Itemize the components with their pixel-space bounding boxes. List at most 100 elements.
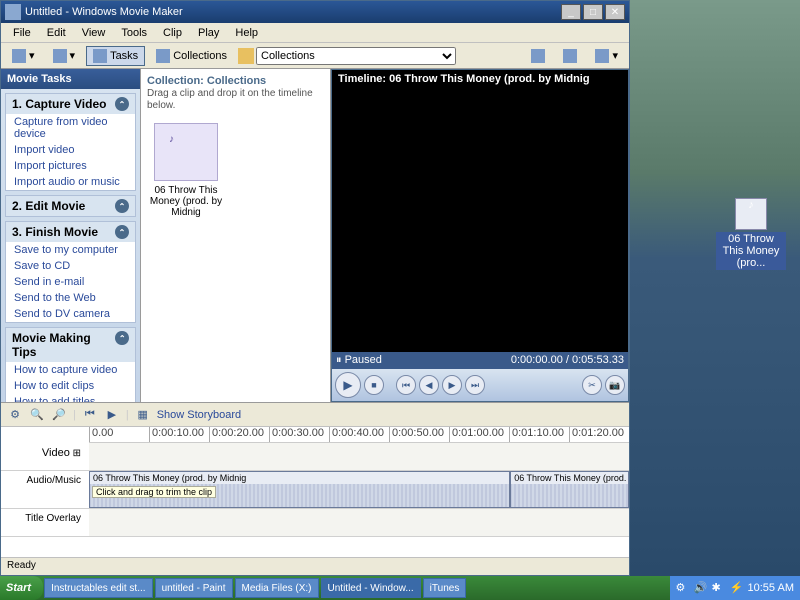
- menu-edit[interactable]: Edit: [39, 25, 74, 41]
- task-section: Movie Making Tips⌃How to capture videoHo…: [5, 327, 136, 402]
- task-section: 1. Capture Video⌃Capture from video devi…: [5, 93, 136, 191]
- rewind-timeline-icon[interactable]: ⏮: [82, 407, 98, 423]
- task-link[interactable]: Save to CD: [6, 258, 135, 274]
- audio-clip-thumbnail[interactable]: ♪ 06 Throw This Money (prod. by Midnig: [149, 123, 223, 218]
- title-track: Title Overlay: [1, 509, 629, 537]
- task-link[interactable]: Send to the Web: [6, 290, 135, 306]
- task-section-header[interactable]: 2. Edit Movie⌃: [6, 196, 135, 216]
- task-section: 2. Edit Movie⌃: [5, 195, 136, 217]
- task-section-header[interactable]: Movie Making Tips⌃: [6, 328, 135, 362]
- toolbar: ▾ ▾ Tasks Collections Collections ▾: [1, 43, 629, 69]
- prev-frame-button[interactable]: ◀: [419, 375, 439, 395]
- ruler-tick: 0.00: [89, 427, 149, 442]
- maximize-button[interactable]: □: [583, 4, 603, 20]
- back-button[interactable]: ▾: [5, 46, 42, 66]
- task-link[interactable]: Import pictures: [6, 158, 135, 174]
- snapshot-button[interactable]: 📷: [605, 375, 625, 395]
- preview-title: Timeline: 06 Throw This Money (prod. by …: [332, 70, 628, 88]
- mp3-file-icon: ♪: [735, 198, 767, 230]
- taskbar: Start Instructables edit st...untitled -…: [0, 576, 800, 600]
- ruler-tick: 0:00:10.00: [149, 427, 209, 442]
- clock[interactable]: 10:55 AM: [748, 582, 794, 594]
- taskbar-item[interactable]: Untitled - Window...: [321, 578, 421, 598]
- tray-icon[interactable]: ⚙: [676, 581, 690, 595]
- chevron-icon: ⌃: [115, 199, 129, 213]
- stop-button[interactable]: ■: [364, 375, 384, 395]
- collection-pane: Collection: Collections Drag a clip and …: [141, 69, 331, 402]
- video-track: Video ⊞: [1, 443, 629, 471]
- taskbar-item[interactable]: Media Files (X:): [235, 578, 319, 598]
- task-link[interactable]: Send in e-mail: [6, 274, 135, 290]
- menu-help[interactable]: Help: [227, 25, 266, 41]
- minimize-button[interactable]: _: [561, 4, 581, 20]
- tray-icon[interactable]: ✱: [712, 581, 726, 595]
- task-link[interactable]: Import audio or music: [6, 174, 135, 190]
- zoom-out-icon[interactable]: 🔎: [51, 407, 67, 423]
- tasks-button[interactable]: Tasks: [86, 46, 145, 66]
- next-frame-button[interactable]: ▶: [442, 375, 462, 395]
- rewind-button[interactable]: ⏮: [396, 375, 416, 395]
- menu-view[interactable]: View: [74, 25, 114, 41]
- timeline-pane: ⚙ 🔍 🔎 | ⏮ ▶ | ▦ Show Storyboard 0.000:00…: [1, 402, 629, 557]
- task-section: 3. Finish Movie⌃Save to my computerSave …: [5, 221, 136, 323]
- up-button[interactable]: [524, 46, 552, 66]
- close-button[interactable]: ✕: [605, 4, 625, 20]
- task-section-header[interactable]: 1. Capture Video⌃: [6, 94, 135, 114]
- forward-end-button[interactable]: ⏭: [465, 375, 485, 395]
- ruler-tick: 0:00:30.00: [269, 427, 329, 442]
- task-link[interactable]: How to edit clips: [6, 378, 135, 394]
- desktop-mp3-icon[interactable]: ♪ 06 Throw This Money (pro...: [716, 198, 786, 270]
- split-button[interactable]: ✂: [582, 375, 602, 395]
- menubar: File Edit View Tools Clip Play Help: [1, 23, 629, 43]
- menu-file[interactable]: File: [5, 25, 39, 41]
- tray-icon[interactable]: 🔊: [694, 581, 708, 595]
- start-button[interactable]: Start: [0, 576, 43, 600]
- task-link[interactable]: Save to my computer: [6, 242, 135, 258]
- taskbar-item[interactable]: untitled - Paint: [155, 578, 233, 598]
- ruler-tick: 0:01:00.00: [449, 427, 509, 442]
- play-timeline-icon[interactable]: ▶: [104, 407, 120, 423]
- window-title: Untitled - Windows Movie Maker: [25, 6, 183, 18]
- movie-maker-window: Untitled - Windows Movie Maker _ □ ✕ Fil…: [0, 0, 630, 576]
- titlebar[interactable]: Untitled - Windows Movie Maker _ □ ✕: [1, 1, 629, 23]
- ruler-tick: 0:00:40.00: [329, 427, 389, 442]
- view-button[interactable]: ▾: [588, 46, 625, 66]
- ruler-tick: 0:00:50.00: [389, 427, 449, 442]
- chevron-icon: ⌃: [115, 331, 129, 345]
- preview-status: ⏸ Paused 0:00:00.00 / 0:05:53.33: [332, 352, 628, 369]
- ruler-tick: 0:00:20.00: [209, 427, 269, 442]
- timeline-props-icon[interactable]: ⚙: [7, 407, 23, 423]
- taskbar-item[interactable]: iTunes: [423, 578, 467, 598]
- audio-clip-1[interactable]: 06 Throw This Money (prod. by Midnig Cli…: [89, 471, 510, 508]
- preview-area[interactable]: [332, 88, 628, 352]
- show-storyboard-link[interactable]: Show Storyboard: [157, 409, 241, 421]
- storyboard-icon: ▦: [135, 407, 151, 423]
- task-link[interactable]: Send to DV camera: [6, 306, 135, 322]
- system-tray[interactable]: ⚙ 🔊 ✱ ⚡ 10:55 AM: [670, 576, 800, 600]
- task-link[interactable]: How to capture video: [6, 362, 135, 378]
- collection-select[interactable]: Collections: [256, 47, 456, 65]
- task-section-header[interactable]: 3. Finish Movie⌃: [6, 222, 135, 242]
- zoom-in-icon[interactable]: 🔍: [29, 407, 45, 423]
- task-link[interactable]: Capture from video device: [6, 114, 135, 142]
- forward-button[interactable]: ▾: [46, 46, 83, 66]
- audio-track: Audio/Music 06 Throw This Money (prod. b…: [1, 471, 629, 509]
- tasks-header: Movie Tasks: [1, 69, 140, 89]
- collections-button[interactable]: Collections: [149, 46, 234, 66]
- tray-icon[interactable]: ⚡: [730, 581, 744, 595]
- new-folder-button[interactable]: [556, 46, 584, 66]
- chevron-icon: ⌃: [115, 97, 129, 111]
- preview-pane: Timeline: 06 Throw This Money (prod. by …: [331, 69, 629, 402]
- folder-icon: [238, 48, 254, 64]
- audio-clip-2[interactable]: 06 Throw This Money (prod. by Mid: [510, 471, 629, 508]
- play-controls: ▶ ■ ⏮ ◀ ▶ ⏭ ✂ 📷: [332, 369, 628, 401]
- menu-tools[interactable]: Tools: [113, 25, 155, 41]
- play-button[interactable]: ▶: [335, 372, 361, 398]
- timeline-ruler[interactable]: 0.000:00:10.000:00:20.000:00:30.000:00:4…: [89, 427, 629, 443]
- task-link[interactable]: Import video: [6, 142, 135, 158]
- menu-clip[interactable]: Clip: [155, 25, 190, 41]
- tasks-pane: Movie Tasks 1. Capture Video⌃Capture fro…: [1, 69, 141, 402]
- menu-play[interactable]: Play: [190, 25, 227, 41]
- taskbar-item[interactable]: Instructables edit st...: [44, 578, 153, 598]
- task-link[interactable]: How to add titles, effects, transitions: [6, 394, 135, 402]
